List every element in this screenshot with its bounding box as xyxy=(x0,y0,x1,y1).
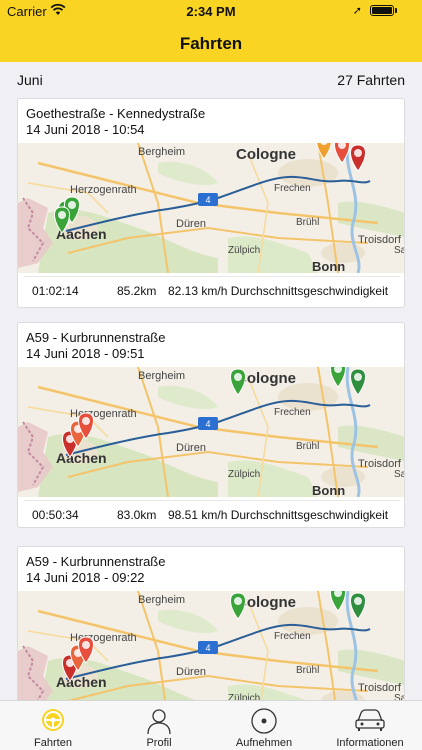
stats-divider xyxy=(24,500,400,501)
tab-label: Aufnehmen xyxy=(235,737,293,749)
route-map[interactable]: 4 Bergheim Cologne Herzogenrath Frechen … xyxy=(18,360,405,498)
tab-label: Informationen xyxy=(336,737,404,749)
trip-distance: 83.0km xyxy=(117,508,157,522)
map-label-bruehl: Brühl xyxy=(296,441,319,452)
battery-tip-icon xyxy=(395,8,397,13)
map-label-aachen: Aachen xyxy=(56,674,107,690)
trip-count: 27 Fahrten xyxy=(337,72,405,88)
record-icon xyxy=(224,707,304,735)
map-label-frechen: Frechen xyxy=(274,631,311,642)
trip-map[interactable]: 4 Bergheim Cologne Herzogenrath Frechen … xyxy=(18,360,405,498)
map-label-frechen: Frechen xyxy=(274,407,311,418)
map-label-dueren: Düren xyxy=(176,666,206,678)
trip-duration: 01:02:14 xyxy=(32,284,79,298)
map-label-zuelpich: Zülpich xyxy=(228,245,260,256)
trip-duration: 00:50:34 xyxy=(32,508,79,522)
trip-card[interactable]: A59 - Kurbrunnenstraße 14 Juni 2018 - 09… xyxy=(17,322,405,528)
map-label-bergheim: Bergheim xyxy=(138,146,185,158)
trip-stats: 01:02:14 85.2km 82.13 km/h Durchschnitts… xyxy=(18,273,404,303)
trip-route: A59 - Kurbrunnenstraße xyxy=(26,330,166,345)
nav-header: Carrier 2:34 PM ➚ Fahrten xyxy=(0,0,422,62)
trip-card[interactable]: A59 - Kurbrunnenstraße 14 Juni 2018 - 09… xyxy=(17,546,405,716)
tab-label: Profil xyxy=(146,737,172,749)
tab-label: Fahrten xyxy=(34,737,72,749)
month-label: Juni xyxy=(17,72,43,88)
trip-date: 14 Juni 2018 - 09:22 xyxy=(26,570,145,585)
trip-date: 14 Juni 2018 - 09:51 xyxy=(26,346,145,361)
trip-map[interactable]: 4 Bergheim Cologne Herzogenrath Frechen … xyxy=(18,584,405,716)
steering-wheel-icon xyxy=(14,707,92,735)
route-map[interactable]: 4 Bergheim Cologne Herzogenrath Frechen … xyxy=(18,132,405,274)
map-label-bonn: Bonn xyxy=(312,483,345,497)
tab-bar: Fahrten Profil Aufnehmen Informationen xyxy=(0,700,422,750)
tab-aufnehmen[interactable]: Aufnehmen xyxy=(224,701,304,750)
map-label-bergheim: Bergheim xyxy=(138,370,185,382)
trip-route: A59 - Kurbrunnenstraße xyxy=(26,554,166,569)
route-map[interactable]: 4 Bergheim Cologne Herzogenrath Frechen … xyxy=(18,584,405,716)
motorway-shield-label: 4 xyxy=(205,195,210,205)
map-label-zuelpich: Zülpich xyxy=(228,469,260,480)
location-icon: ➚ xyxy=(352,5,362,17)
person-icon xyxy=(120,707,198,735)
page-title: Fahrten xyxy=(179,34,243,53)
trip-avg-speed: 98.51 km/h Durchschnittsgeschwindigkeit xyxy=(168,508,389,522)
map-label-bonn: Bonn xyxy=(312,259,345,273)
motorway-shield-label: 4 xyxy=(205,643,210,653)
trip-map[interactable]: 4 Bergheim Cologne Herzogenrath Frechen … xyxy=(18,132,405,274)
trip-card[interactable]: Goethestraße - Kennedystraße 14 Juni 201… xyxy=(17,98,405,308)
map-label-bergheim: Bergheim xyxy=(138,594,185,606)
map-label-bruehl: Brühl xyxy=(296,217,319,228)
status-bar: Carrier 2:34 PM ➚ xyxy=(0,0,422,22)
map-label-herzogenrath: Herzogenrath xyxy=(70,184,137,196)
map-label-frechen: Frechen xyxy=(274,183,311,194)
map-label-bruehl: Brühl xyxy=(296,665,319,676)
trip-route: Goethestraße - Kennedystraße xyxy=(26,106,206,121)
trip-date: 14 Juni 2018 - 10:54 xyxy=(26,122,145,137)
map-label-dueren: Düren xyxy=(176,218,206,230)
map-label-sa: Sa xyxy=(394,469,405,480)
stats-divider xyxy=(24,276,400,277)
car-icon xyxy=(328,707,412,735)
map-label-sa: Sa xyxy=(394,245,405,256)
tab-profil[interactable]: Profil xyxy=(120,701,198,750)
map-label-dueren: Düren xyxy=(176,442,206,454)
motorway-shield-label: 4 xyxy=(205,419,210,429)
month-section-header: Juni 27 Fahrten xyxy=(0,62,422,92)
trip-distance: 85.2km xyxy=(117,284,157,298)
trip-avg-speed: 82.13 km/h Durchschnittsgeschwindigkeit xyxy=(168,284,389,298)
trip-stats: 00:50:34 83.0km 98.51 km/h Durchschnitts… xyxy=(18,497,404,527)
tab-informationen[interactable]: Informationen xyxy=(328,701,412,750)
tab-fahrten[interactable]: Fahrten xyxy=(14,701,92,750)
map-label-aachen: Aachen xyxy=(56,450,107,466)
map-label-cologne: Cologne xyxy=(236,146,296,163)
battery-icon xyxy=(370,5,394,16)
